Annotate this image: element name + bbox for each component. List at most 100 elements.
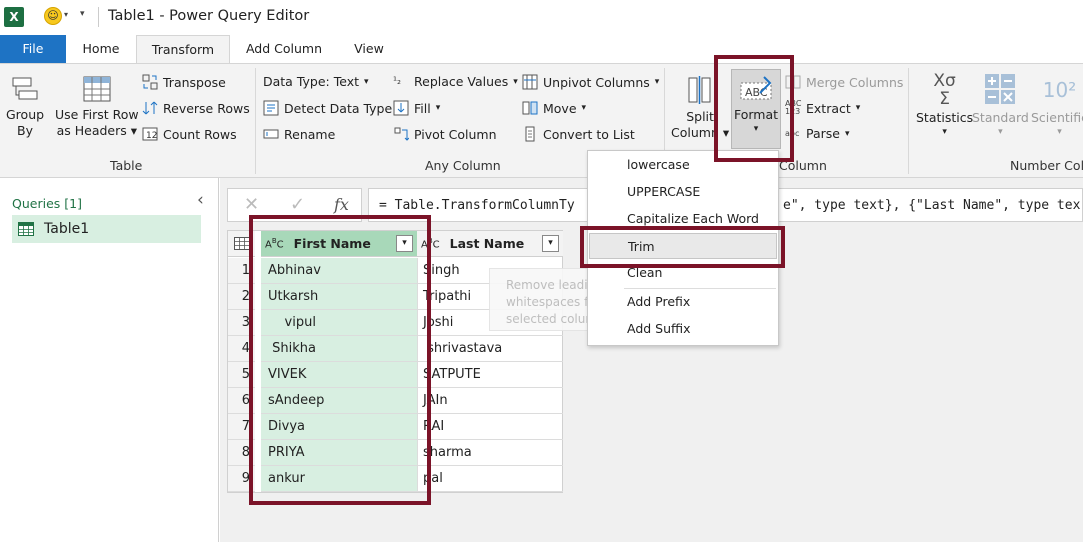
parse-button[interactable]: abc Parse ▾ xyxy=(785,126,850,141)
merge-columns-label: Merge Columns xyxy=(806,74,904,90)
chevron-down-icon: ▾ xyxy=(364,76,369,87)
highlight-first-name-column xyxy=(249,215,431,505)
count-rows-icon: 12 xyxy=(142,127,158,141)
transpose-label: Transpose xyxy=(163,74,226,90)
count-rows-button[interactable]: 12 Count Rows xyxy=(142,126,237,142)
group-label-any-column: Any Column xyxy=(425,158,501,173)
move-button[interactable]: Move ▾ xyxy=(522,100,586,116)
cell-last-name[interactable]: sharma xyxy=(417,440,563,466)
first-row-headers-icon xyxy=(83,76,111,102)
cell-last-name[interactable]: JAIn xyxy=(417,388,563,414)
move-icon xyxy=(522,101,538,115)
data-type-dropdown[interactable]: Data Type: Text ▾ xyxy=(263,74,369,89)
cell-last-name[interactable]: RAI xyxy=(417,414,563,440)
table-menu-icon xyxy=(233,237,250,250)
queries-pane: Queries [1] ‹ Table1 xyxy=(0,178,219,542)
merge-columns-button[interactable]: Merge Columns xyxy=(785,74,903,90)
chevron-down-icon: ▾ xyxy=(942,127,947,137)
transpose-button[interactable]: Transpose xyxy=(142,74,226,90)
reverse-rows-icon xyxy=(142,101,158,115)
formula-text: = Table.TransformColumnTy xyxy=(379,198,575,213)
quick-access-dropdown-icon[interactable]: ▾ xyxy=(80,9,85,19)
scientific-button[interactable]: 10² Scientific ▾ xyxy=(1031,72,1083,137)
unpivot-columns-label: Unpivot Columns xyxy=(543,74,650,90)
ribbon: Group By Use First Row as Headers ▾ Tran… xyxy=(0,63,1083,178)
collapse-pane-chevron-icon[interactable]: ‹ xyxy=(197,190,204,210)
fill-label: Fill xyxy=(414,100,431,116)
cell-last-name[interactable]: SATPUTE xyxy=(417,362,563,388)
confirm-formula-icon[interactable]: ✓ xyxy=(290,194,305,215)
chevron-down-icon: ▾ xyxy=(581,103,587,113)
convert-to-list-label: Convert to List xyxy=(543,126,635,142)
svg-text:12: 12 xyxy=(146,131,157,141)
smiley-feedback-icon[interactable]: ☺ xyxy=(44,7,62,25)
query-item-label: Table1 xyxy=(44,221,90,237)
column-header-last-name[interactable]: ABC Last Name ▾ xyxy=(417,231,563,257)
convert-to-list-button[interactable]: Convert to List xyxy=(522,126,635,142)
last-name-header-label: Last Name xyxy=(449,236,525,251)
ribbon-separator xyxy=(255,68,256,174)
cell-last-name[interactable]: shrivastava xyxy=(417,336,563,362)
filter-dropdown-icon[interactable]: ▾ xyxy=(542,235,559,252)
rename-button[interactable]: Rename xyxy=(263,126,335,142)
feedback-dropdown-icon[interactable]: ▾ xyxy=(64,10,68,19)
group-by-button[interactable]: Group By xyxy=(6,74,44,139)
use-first-row-label: Use First Row as Headers ▾ xyxy=(55,107,139,138)
rename-label: Rename xyxy=(284,126,336,142)
tab-add-column[interactable]: Add Column xyxy=(236,35,332,63)
pivot-column-button[interactable]: Pivot Column xyxy=(393,126,497,142)
use-first-row-button[interactable]: Use First Row as Headers ▾ xyxy=(55,74,139,139)
tab-file[interactable]: File xyxy=(0,35,66,63)
cancel-formula-icon[interactable]: ✕ xyxy=(244,194,259,215)
excel-logo-icon: X xyxy=(4,7,24,27)
chevron-down-icon: ▾ xyxy=(855,103,861,113)
menu-item-add-suffix[interactable]: Add Suffix xyxy=(589,316,777,342)
highlight-format-button xyxy=(714,55,794,162)
table-icon xyxy=(18,222,34,236)
chevron-down-icon: ▾ xyxy=(654,77,660,87)
formula-text-tail: e", type text}, {"Last Name", type tex xyxy=(783,198,1081,213)
cell-last-name[interactable]: pal xyxy=(417,466,563,492)
replace-values-button[interactable]: ¹₂ Replace Values ▾ xyxy=(393,74,518,89)
standard-label: Standard xyxy=(972,110,1029,125)
pivot-column-icon xyxy=(394,127,409,141)
fill-button[interactable]: Fill ▾ xyxy=(393,100,440,116)
data-type-label: Data Type: Text xyxy=(263,74,359,89)
tab-view[interactable]: View xyxy=(342,35,396,63)
rename-icon xyxy=(263,129,279,139)
scientific-power-icon: 10² xyxy=(1042,78,1077,102)
menu-item-uppercase[interactable]: UPPERCASE xyxy=(589,179,777,205)
tab-home[interactable]: Home xyxy=(70,35,132,63)
unpivot-columns-button[interactable]: Unpivot Columns ▾ xyxy=(522,74,659,90)
highlight-trim-item xyxy=(580,226,785,268)
title-bar: X ☺ ▾ ▾ Table1 - Power Query Editor xyxy=(0,0,1083,35)
parse-label: Parse xyxy=(806,126,840,141)
statistics-button[interactable]: Χσ Σ Statistics ▾ xyxy=(916,72,973,137)
detect-data-type-icon xyxy=(263,100,279,116)
move-label: Move xyxy=(543,100,577,116)
statistics-label: Statistics xyxy=(916,110,974,125)
menu-item-add-prefix[interactable]: Add Prefix xyxy=(589,289,777,315)
group-by-icon xyxy=(12,77,38,100)
split-column-icon xyxy=(688,76,711,104)
tab-transform[interactable]: Transform xyxy=(136,35,230,64)
unpivot-columns-icon xyxy=(522,74,538,90)
replace-values-icon: ¹₂ xyxy=(393,76,402,87)
query-item-table1[interactable]: Table1 xyxy=(12,215,201,243)
extract-button[interactable]: ABC 123 Extract ▾ xyxy=(785,100,860,116)
title-separator xyxy=(98,7,99,27)
reverse-rows-label: Reverse Rows xyxy=(163,100,250,116)
fill-down-icon xyxy=(393,100,409,116)
standard-operations-icon xyxy=(985,74,1016,104)
chevron-down-icon: ▾ xyxy=(998,127,1003,137)
reverse-rows-button[interactable]: Reverse Rows xyxy=(142,100,250,116)
detect-data-type-label: Detect Data Type xyxy=(284,100,393,116)
standard-button[interactable]: Standard ▾ xyxy=(972,72,1029,137)
group-by-label: Group By xyxy=(6,107,45,138)
detect-data-type-button[interactable]: Detect Data Type xyxy=(263,100,392,116)
chevron-down-icon: ▾ xyxy=(435,103,441,113)
fx-icon[interactable]: fx xyxy=(334,195,349,214)
chevron-down-icon: ▾ xyxy=(1057,127,1062,137)
ribbon-tabs: File Home Transform Add Column View xyxy=(0,35,1083,64)
replace-values-label: Replace Values xyxy=(414,74,509,89)
